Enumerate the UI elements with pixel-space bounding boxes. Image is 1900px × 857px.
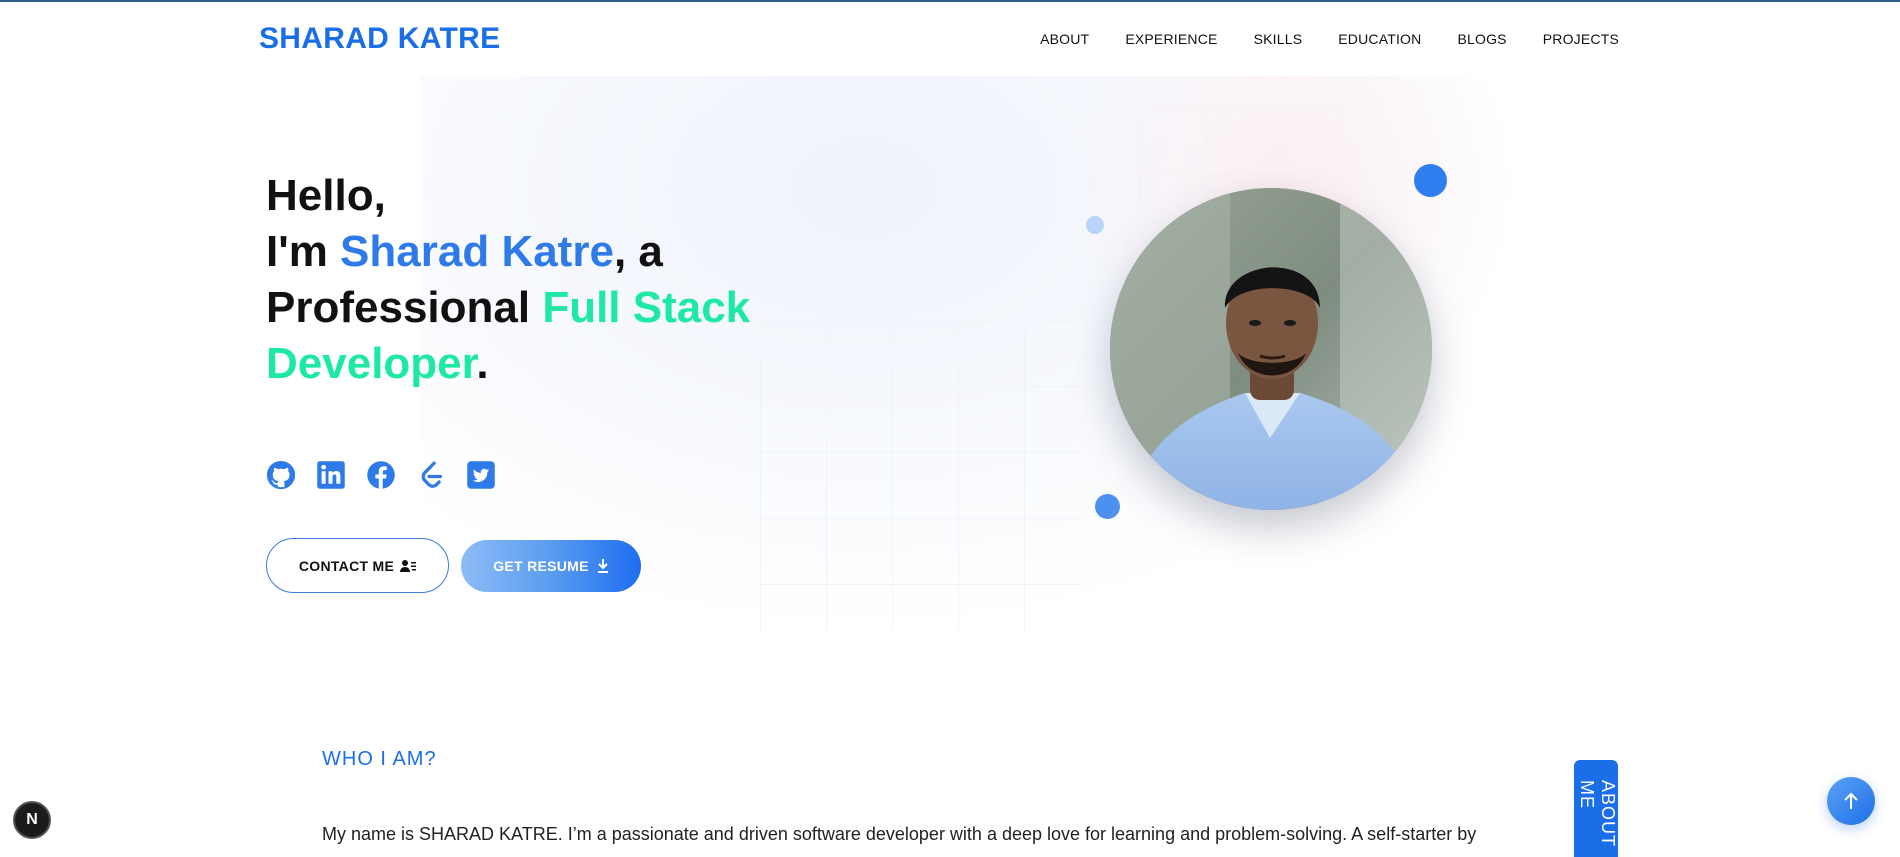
hero-intro-suffix: , a bbox=[613, 227, 663, 276]
leetcode-link[interactable] bbox=[416, 460, 446, 490]
about-me-side-tab[interactable]: ABOUT ME bbox=[1574, 760, 1618, 857]
about-heading: WHO I AM? bbox=[322, 748, 437, 770]
nextjs-dev-badge[interactable]: N bbox=[13, 801, 51, 839]
hero-heading: Hello, I'm Sharad Katre, a Professional … bbox=[266, 168, 826, 392]
facebook-link[interactable] bbox=[366, 460, 396, 490]
main-nav: ABOUT EXPERIENCE SKILLS EDUCATION BLOGS … bbox=[1004, 31, 1619, 47]
get-resume-label: GET RESUME bbox=[493, 558, 589, 574]
scroll-to-top-button[interactable] bbox=[1827, 777, 1875, 825]
social-links bbox=[266, 460, 496, 490]
arrow-up-icon bbox=[1844, 792, 1858, 809]
nav-blogs[interactable]: BLOGS bbox=[1457, 31, 1506, 47]
github-icon bbox=[266, 460, 296, 490]
facebook-icon bbox=[367, 461, 395, 489]
hero-name: Sharad Katre bbox=[340, 227, 614, 276]
site-header: SHARAD KATRE ABOUT EXPERIENCE SKILLS EDU… bbox=[0, 2, 1900, 76]
about-paragraph: My name is SHARAD KATRE. I’m a passionat… bbox=[322, 824, 1477, 844]
hero-period: . bbox=[476, 339, 489, 388]
github-link[interactable] bbox=[266, 460, 296, 490]
nav-skills[interactable]: SKILLS bbox=[1254, 31, 1303, 47]
nav-education[interactable]: EDUCATION bbox=[1338, 31, 1421, 47]
decor-dot-small bbox=[1086, 216, 1104, 234]
nav-projects[interactable]: PROJECTS bbox=[1543, 31, 1619, 47]
profile-photo bbox=[1110, 188, 1432, 510]
hero-professional: Professional bbox=[266, 283, 543, 332]
contact-icon bbox=[400, 559, 417, 572]
twitter-icon bbox=[467, 461, 495, 489]
leetcode-icon bbox=[421, 461, 442, 488]
contact-me-button[interactable]: CONTACT ME bbox=[266, 538, 449, 593]
contact-me-label: CONTACT ME bbox=[298, 557, 395, 574]
profile-photo-illustration bbox=[1110, 188, 1432, 510]
twitter-link[interactable] bbox=[466, 460, 496, 490]
linkedin-link[interactable] bbox=[316, 460, 346, 490]
site-logo[interactable]: SHARAD KATRE bbox=[259, 22, 500, 56]
hero-intro: I'm bbox=[266, 227, 341, 276]
download-icon bbox=[597, 559, 608, 573]
nav-experience[interactable]: EXPERIENCE bbox=[1125, 31, 1217, 47]
decor-dot-medium bbox=[1095, 494, 1120, 519]
hero-greeting: Hello, bbox=[266, 171, 386, 220]
get-resume-button[interactable]: GET RESUME bbox=[461, 540, 641, 592]
decor-dot-large bbox=[1414, 164, 1447, 197]
nav-about[interactable]: ABOUT bbox=[1040, 31, 1089, 47]
linkedin-icon bbox=[317, 461, 345, 489]
